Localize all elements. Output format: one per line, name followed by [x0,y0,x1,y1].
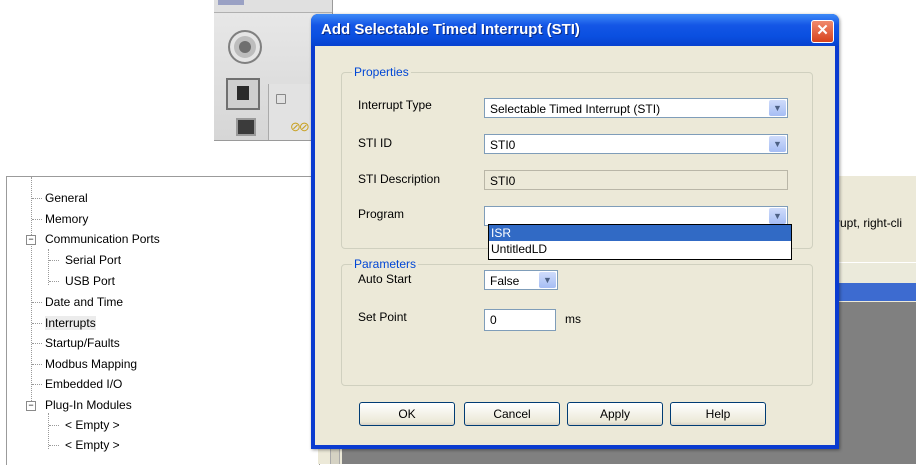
program-dropdown-list: ISR UntitledLD [488,224,792,260]
hint-text: rupt, right-cli [836,216,903,230]
tree-item-embedded-io[interactable]: Embedded I/O [45,375,122,393]
tree-item-usb-port[interactable]: USB Port [65,272,115,290]
sti-id-value: STI0 [490,138,516,152]
close-icon[interactable]: ✕ [811,20,834,43]
tree-item-plug-in-modules[interactable]: Plug-In Modules [45,396,132,414]
tree-item-label: USB Port [65,274,116,288]
tree-branch [49,281,59,282]
tree-item-label: Startup/Faults [45,336,120,350]
tree-item-label: General [45,191,88,205]
properties-legend: Properties [352,65,411,79]
tree-connector-main [31,177,32,405]
tree-item-label: Plug-In Modules [45,398,132,412]
program-label: Program [358,207,405,221]
sti-description-field: STI0 [484,170,788,190]
tree-branch [32,343,42,344]
tree-item-label: Serial Port [65,253,122,267]
tree-item-label: Date and Time [45,295,124,309]
tree-item-startup-faults[interactable]: Startup/Faults [45,334,120,352]
tree-branch [32,384,42,385]
tree-item-label: Memory [45,212,89,226]
tree-connector-ports [48,249,49,285]
tree-branch [32,219,42,220]
help-button[interactable]: Help [670,402,766,426]
sti-description-label: STI Description [358,172,441,186]
tree-item-label: < Empty > [65,418,120,432]
set-point-label: Set Point [358,310,407,324]
chevron-down-icon[interactable]: ▼ [769,100,786,116]
chevron-down-icon[interactable]: ▼ [539,272,556,288]
set-point-input[interactable]: 0 [484,309,556,331]
collapse-plug-in-modules-icon[interactable]: − [26,401,36,411]
tree-item-label: < Empty > [65,438,120,452]
parameters-legend: Parameters [352,257,419,271]
tree-branch [32,323,42,324]
tree-item-interrupts[interactable]: Interrupts [45,314,96,332]
tree-item-serial-port[interactable]: Serial Port [65,251,121,269]
apply-button[interactable]: Apply [567,402,663,426]
tree-item-label: Modbus Mapping [45,357,138,371]
tree-item-general[interactable]: General [45,189,88,207]
dialog-titlebar[interactable]: Add Selectable Timed Interrupt (STI) ✕ [311,14,839,46]
tree-branch [32,364,42,365]
chevron-down-icon[interactable]: ▼ [769,208,786,224]
tree-item-date-and-time[interactable]: Date and Time [45,293,123,311]
dialog-title: Add Selectable Timed Interrupt (STI) [321,21,580,38]
add-sti-dialog: Add Selectable Timed Interrupt (STI) ✕ P… [311,14,839,449]
tree-item-label: Communication Ports [45,232,160,246]
tree-item-label: Interrupts [45,316,96,330]
tree-item-memory[interactable]: Memory [45,210,88,228]
cancel-button[interactable]: Cancel [464,402,560,426]
serial-port-connector [228,30,262,64]
tree-branch [49,425,59,426]
chevron-down-icon[interactable]: ▼ [769,136,786,152]
tree-branch [49,445,59,446]
dialog-body: Properties Interrupt Type Selectable Tim… [315,46,835,445]
collapse-communication-ports-icon[interactable]: − [26,235,36,245]
program-option-untitledld[interactable]: UntitledLD [489,241,791,257]
usb-port-connector [226,78,260,110]
configuration-tree: General Memory − Communication Ports Ser… [6,176,320,465]
terminal-screws: ⊘⊘ [290,119,310,134]
set-point-unit: ms [565,312,581,326]
auto-start-select[interactable]: False ▼ [484,270,558,290]
tree-item-communication-ports[interactable]: Communication Ports [45,230,160,248]
tree-branch [32,302,42,303]
program-select[interactable]: ▼ [484,206,788,226]
tree-branch [49,260,59,261]
auto-start-value: False [490,274,520,288]
program-option-isr[interactable]: ISR [489,225,791,241]
tree-item-empty-slot-2[interactable]: < Empty > [65,436,120,454]
auto-start-label: Auto Start [358,272,412,286]
interrupt-type-select[interactable]: Selectable Timed Interrupt (STI) ▼ [484,98,788,118]
tree-connector-plugins [48,413,49,449]
tree-item-empty-slot-1[interactable]: < Empty > [65,416,120,434]
tree-item-label: Embedded I/O [45,377,123,391]
tree-item-modbus-mapping[interactable]: Modbus Mapping [45,355,137,373]
ok-button[interactable]: OK [359,402,455,426]
interrupt-type-label: Interrupt Type [358,98,432,112]
controller-led [236,118,256,136]
sti-id-select[interactable]: STI0 ▼ [484,134,788,154]
tree-branch [32,198,42,199]
controller-indicator [276,94,286,104]
sti-id-label: STI ID [358,136,393,150]
controller-badge [218,0,244,5]
interrupt-type-value: Selectable Timed Interrupt (STI) [490,102,661,116]
